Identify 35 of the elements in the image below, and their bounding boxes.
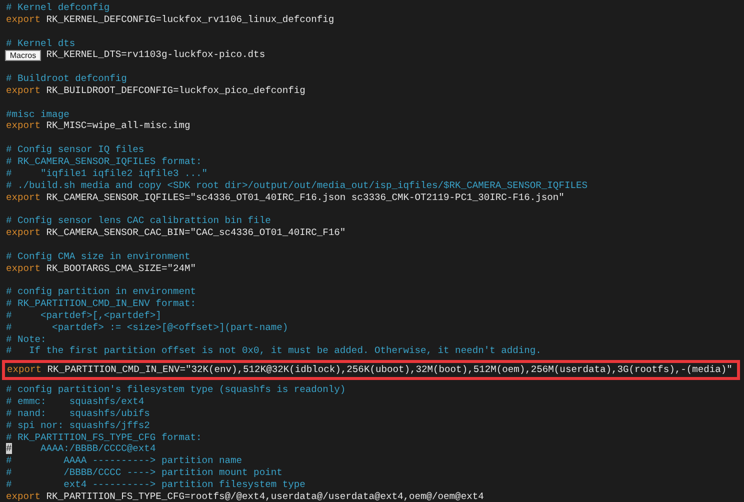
code-comment: # RK_PARTITION_FS_TYPE_CFG format: — [6, 432, 202, 443]
code-comment: # nand: squashfs/ubifs — [6, 408, 150, 419]
code-comment: # <partdef> := <size>[@<offset>](part-name) — [6, 322, 288, 333]
code-comment: # Kernel defconfig — [6, 2, 110, 13]
code-comment: #misc image — [6, 108, 70, 120]
code-comment: # AAAA:/BBBB/CCCC@ext4 — [6, 443, 156, 454]
code-line: export RK_PARTITION_CMD_IN_ENV="32K(env),512K@32K(idblock),256K(uboot),32M(boot),512M(oem),256M(userdata),3G(rootfs),-(media)" — [7, 364, 732, 376]
tooltip: Macros — [5, 50, 41, 61]
code-line: export RK_BUILDROOT_DEFCONFIG=luckfox_pico_defconfig — [6, 84, 306, 96]
code-comment: # ext4 ----------> partition filesystem type — [6, 478, 306, 490]
code-comment: # <partdef>[,<partdef>] — [6, 310, 162, 321]
code-comment: # RK_CAMERA_SENSOR_IQFILES format: — [6, 156, 202, 167]
code-comment: # Config CMA size in environment — [6, 250, 190, 262]
code-comment: # config partition in environment — [6, 286, 196, 298]
code-comment: # AAAA ----------> partition name — [6, 455, 242, 466]
code-line: RK_KERNEL_DTS=rv1103g-luckfox-pico.dts — [46, 49, 266, 60]
code-comment: # spi nor: squashfs/jffs2 — [6, 420, 150, 431]
code-line: export RK_PARTITION_FS_TYPE_CFG=rootfs@/@ext4,userdata@/userdata@ext4,oem@/oem@ext4 — [6, 490, 484, 502]
code-comment: # emmc: squashfs/ext4 — [6, 396, 144, 407]
code-line: export RK_BOOTARGS_CMA_SIZE="24M" — [6, 262, 196, 274]
code-comment: # config partition's filesystem type (squashfs is readonly) — [6, 384, 346, 396]
code-comment: # ./build.sh media and copy <SDK root dir>/output/out/media_out/isp_iqfiles/$RK_CAMERA_SENSOR_IQFILES — [6, 180, 588, 191]
code-comment: # RK_PARTITION_CMD_IN_ENV format: — [6, 298, 196, 310]
code-line: export RK_CAMERA_SENSOR_IQFILES="sc4336_OT01_40IRC_F16.json sc3336_CMK-OT2119-PC1_30IRC-F16.json" — [6, 192, 564, 202]
code-line: export RK_CAMERA_SENSOR_CAC_BIN="CAC_sc4336_OT01_40IRC_F16" — [6, 227, 346, 238]
code-comment: # Buildroot defconfig — [6, 73, 127, 84]
code-comment: # Config sensor IQ files — [6, 144, 144, 156]
code-comment: # If the first partition offset is not 0x0, it must be added. Otherwise, it needn't adding. — [6, 345, 542, 356]
code-comment: # Config sensor lens CAC calibrattion bin file — [6, 215, 271, 226]
code-comment: # Note: — [6, 334, 46, 345]
code-line: export RK_MISC=wipe_all-misc.img — [6, 120, 190, 132]
code-comment: # Kernel dts — [6, 38, 76, 49]
code-line: export RK_KERNEL_DEFCONFIG=luckfox_rv1106_linux_defconfig — [6, 14, 334, 25]
code-comment: # "iqfile1 iqfile2 iqfile3 ..." — [6, 168, 208, 179]
code-comment: # /BBBB/CCCC ----> partition mount point — [6, 467, 282, 478]
